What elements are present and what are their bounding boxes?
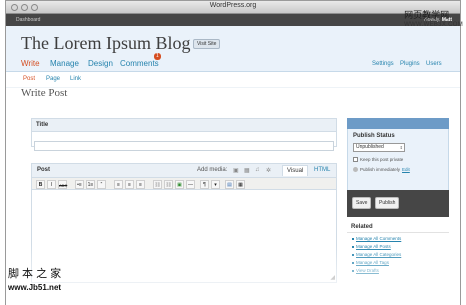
post-content-editor[interactable]: ◢ bbox=[32, 190, 336, 282]
related-link[interactable]: Manage All Tags bbox=[352, 260, 449, 265]
tab-comments[interactable]: Comments bbox=[120, 59, 159, 68]
more-tag-button[interactable]: — bbox=[186, 180, 195, 189]
insert-image-button[interactable]: ▣ bbox=[175, 180, 184, 189]
related-link[interactable]: Manage All Categories bbox=[352, 252, 449, 257]
watermark-top: 网页教学网 WWW.WEB3X.COM bbox=[404, 10, 463, 30]
publish-button[interactable]: Publish bbox=[375, 197, 400, 209]
align-right-button[interactable]: ≡ bbox=[136, 180, 145, 189]
title-box: Title bbox=[31, 118, 337, 151]
watermark-top-cn: 网页教学网 bbox=[404, 10, 450, 20]
publish-status-title: Publish Status bbox=[353, 133, 395, 139]
related-link-label: Manage All Categories bbox=[356, 252, 402, 257]
tab-design[interactable]: Design bbox=[88, 59, 113, 68]
related-link[interactable]: Manage All Posts bbox=[352, 244, 449, 249]
admin-bar: Dashboard Howdy, Matt bbox=[6, 14, 460, 26]
clock-icon bbox=[353, 167, 358, 172]
related-links: Manage All Comments Manage All Posts Man… bbox=[347, 233, 449, 273]
editor-toolbar: B I ABC •≡ 1≡ “ ≡ ≡ ≡ ⛓ ⛓ ▣ — ¶ ▾ ▤ ▦ bbox=[32, 177, 336, 190]
publish-immediately-label: Publish immediately bbox=[360, 167, 401, 172]
main-menu: Write Manage Design Comments 1 Settings … bbox=[6, 53, 460, 72]
watermark-bottom-cn: 脚 本 之 家 bbox=[8, 268, 62, 280]
submenu-page[interactable]: Page bbox=[46, 76, 60, 82]
publish-box-body: Publish Status Unpublished ⇕ Keep this p… bbox=[347, 129, 449, 190]
post-editor-box: Post Add media: ▣ ▦ ♫ ✲ Visual HTML B I … bbox=[31, 163, 337, 283]
bullet-icon bbox=[352, 253, 354, 256]
bullet-icon bbox=[352, 237, 354, 240]
unlink-button[interactable]: ⛓ bbox=[164, 180, 173, 189]
menu-plugins[interactable]: Plugins bbox=[400, 61, 420, 67]
numbered-list-button[interactable]: 1≡ bbox=[86, 180, 95, 189]
watermark-top-url: WWW.WEB3X.COM bbox=[404, 22, 463, 28]
resize-handle-icon[interactable]: ◢ bbox=[330, 274, 335, 281]
media-icon[interactable]: ✲ bbox=[266, 167, 271, 174]
window-titlebar: WordPress.org bbox=[6, 1, 460, 14]
submenu-post[interactable]: Post bbox=[23, 76, 35, 82]
menu-settings[interactable]: Settings bbox=[372, 61, 394, 67]
dashboard-link[interactable]: Dashboard bbox=[16, 17, 40, 23]
related-title: Related bbox=[347, 222, 449, 233]
related-link[interactable]: View Drafts bbox=[352, 268, 449, 273]
page-title: Write Post bbox=[21, 87, 68, 99]
spellcheck-button[interactable]: ¶ bbox=[200, 180, 209, 189]
comments-count-badge: 1 bbox=[154, 53, 161, 60]
bullet-list-button[interactable]: •≡ bbox=[75, 180, 84, 189]
add-media-label: Add media: bbox=[197, 167, 228, 173]
tab-html[interactable]: HTML bbox=[314, 167, 330, 173]
image-icon[interactable]: ▣ bbox=[233, 167, 239, 174]
schedule-row: Publish immediately Edit bbox=[353, 167, 443, 172]
title-input-wrap bbox=[31, 132, 337, 151]
video-icon[interactable]: ▦ bbox=[244, 167, 250, 174]
tab-visual[interactable]: Visual bbox=[282, 165, 309, 176]
submenu-link[interactable]: Link bbox=[70, 76, 81, 82]
related-link-label: View Drafts bbox=[356, 268, 379, 273]
browser-window: WordPress.org Dashboard Howdy, Matt The … bbox=[5, 0, 461, 305]
bullet-icon bbox=[352, 245, 354, 248]
publish-box-header bbox=[347, 118, 449, 129]
insert-link-button[interactable]: ⛓ bbox=[153, 180, 162, 189]
publish-box: Publish Status Unpublished ⇕ Keep this p… bbox=[347, 118, 449, 217]
watermark-bottom-url: www.Jb51.net bbox=[8, 283, 62, 292]
related-link-label: Manage All Posts bbox=[356, 244, 391, 249]
sub-menu: Post Page Link bbox=[6, 72, 460, 87]
menu-users[interactable]: Users bbox=[426, 61, 442, 67]
main-content: Write Post Title Post Add media: ▣ ▦ ♫ ✲… bbox=[6, 87, 460, 305]
related-box: Related Manage All Comments Manage All P… bbox=[347, 222, 449, 276]
private-row: Keep this post private bbox=[353, 157, 443, 162]
edit-timestamp-link[interactable]: Edit bbox=[402, 167, 410, 172]
bullet-icon bbox=[352, 261, 354, 264]
chevron-down-icon: ⇕ bbox=[399, 145, 403, 150]
align-left-button[interactable]: ≡ bbox=[114, 180, 123, 189]
blog-header: The Lorem Ipsum Blog Visit Site bbox=[6, 26, 460, 56]
blockquote-button[interactable]: “ bbox=[97, 180, 106, 189]
spellcheck-menu-button[interactable]: ▾ bbox=[211, 180, 220, 189]
kitchen-sink-button[interactable]: ▦ bbox=[236, 180, 245, 189]
post-editor-header: Post Add media: ▣ ▦ ♫ ✲ Visual HTML bbox=[32, 164, 336, 177]
title-input[interactable] bbox=[34, 141, 334, 151]
tab-manage[interactable]: Manage bbox=[50, 59, 79, 68]
fullscreen-button[interactable]: ▤ bbox=[225, 180, 234, 189]
private-label: Keep this post private bbox=[360, 157, 404, 162]
audio-icon[interactable]: ♫ bbox=[255, 167, 260, 173]
status-select[interactable]: Unpublished ⇕ bbox=[353, 143, 405, 152]
status-select-value: Unpublished bbox=[356, 144, 384, 150]
tab-write[interactable]: Write bbox=[21, 59, 40, 68]
save-button[interactable]: Save bbox=[352, 197, 372, 209]
bold-button[interactable]: B bbox=[36, 180, 45, 189]
bullet-icon bbox=[352, 269, 354, 272]
private-checkbox[interactable] bbox=[353, 157, 358, 162]
post-label: Post bbox=[37, 167, 51, 173]
window-title: WordPress.org bbox=[209, 2, 257, 9]
related-link-label: Manage All Comments bbox=[356, 236, 402, 241]
blog-title: The Lorem Ipsum Blog bbox=[21, 33, 191, 53]
italic-button[interactable]: I bbox=[47, 180, 56, 189]
related-link-label: Manage All Tags bbox=[356, 260, 389, 265]
strikethrough-button[interactable]: ABC bbox=[58, 180, 67, 189]
visit-site-button[interactable]: Visit Site bbox=[193, 39, 221, 49]
align-center-button[interactable]: ≡ bbox=[125, 180, 134, 189]
title-label: Title bbox=[31, 118, 337, 132]
related-link[interactable]: Manage All Comments bbox=[352, 236, 449, 241]
watermark-bottom: 脚 本 之 家 www.Jb51.net bbox=[8, 268, 61, 294]
publish-actions: Save Publish bbox=[347, 190, 449, 217]
